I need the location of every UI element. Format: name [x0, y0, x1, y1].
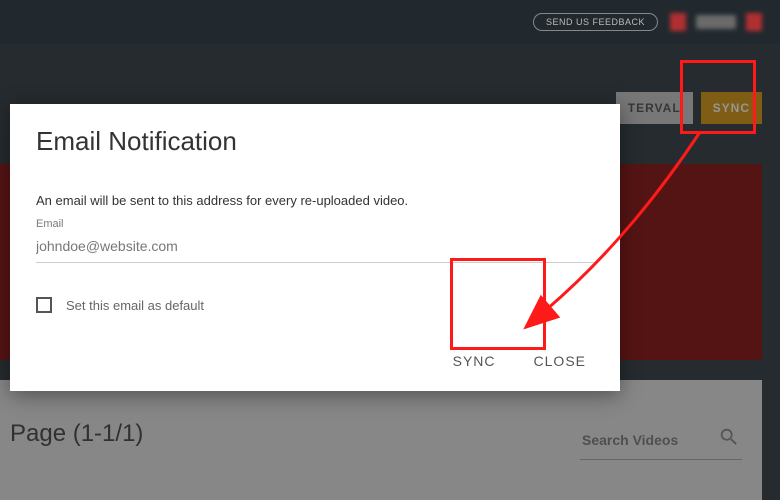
page-area: TERVAL SYNC erted to UTC before checking…: [0, 44, 780, 500]
email-notification-modal: Email Notification An email will be sent…: [10, 104, 620, 391]
modal-close-button[interactable]: CLOSE: [530, 347, 590, 375]
avatar: [670, 13, 686, 31]
modal-title: Email Notification: [36, 126, 594, 157]
default-email-label: Set this email as default: [66, 298, 204, 313]
send-feedback-button[interactable]: SEND US FEEDBACK: [533, 13, 658, 31]
top-bar: SEND US FEEDBACK: [0, 0, 780, 44]
modal-sync-button[interactable]: SYNC: [449, 347, 500, 375]
avatar: [746, 13, 762, 31]
email-field[interactable]: [36, 234, 594, 263]
user-area: [670, 13, 762, 31]
username-redacted: [696, 15, 736, 29]
default-email-row: Set this email as default: [36, 297, 594, 313]
email-label: Email: [36, 218, 594, 230]
modal-actions: SYNC CLOSE: [36, 347, 594, 375]
default-email-checkbox[interactable]: [36, 297, 52, 313]
modal-description: An email will be sent to this address fo…: [36, 193, 594, 208]
